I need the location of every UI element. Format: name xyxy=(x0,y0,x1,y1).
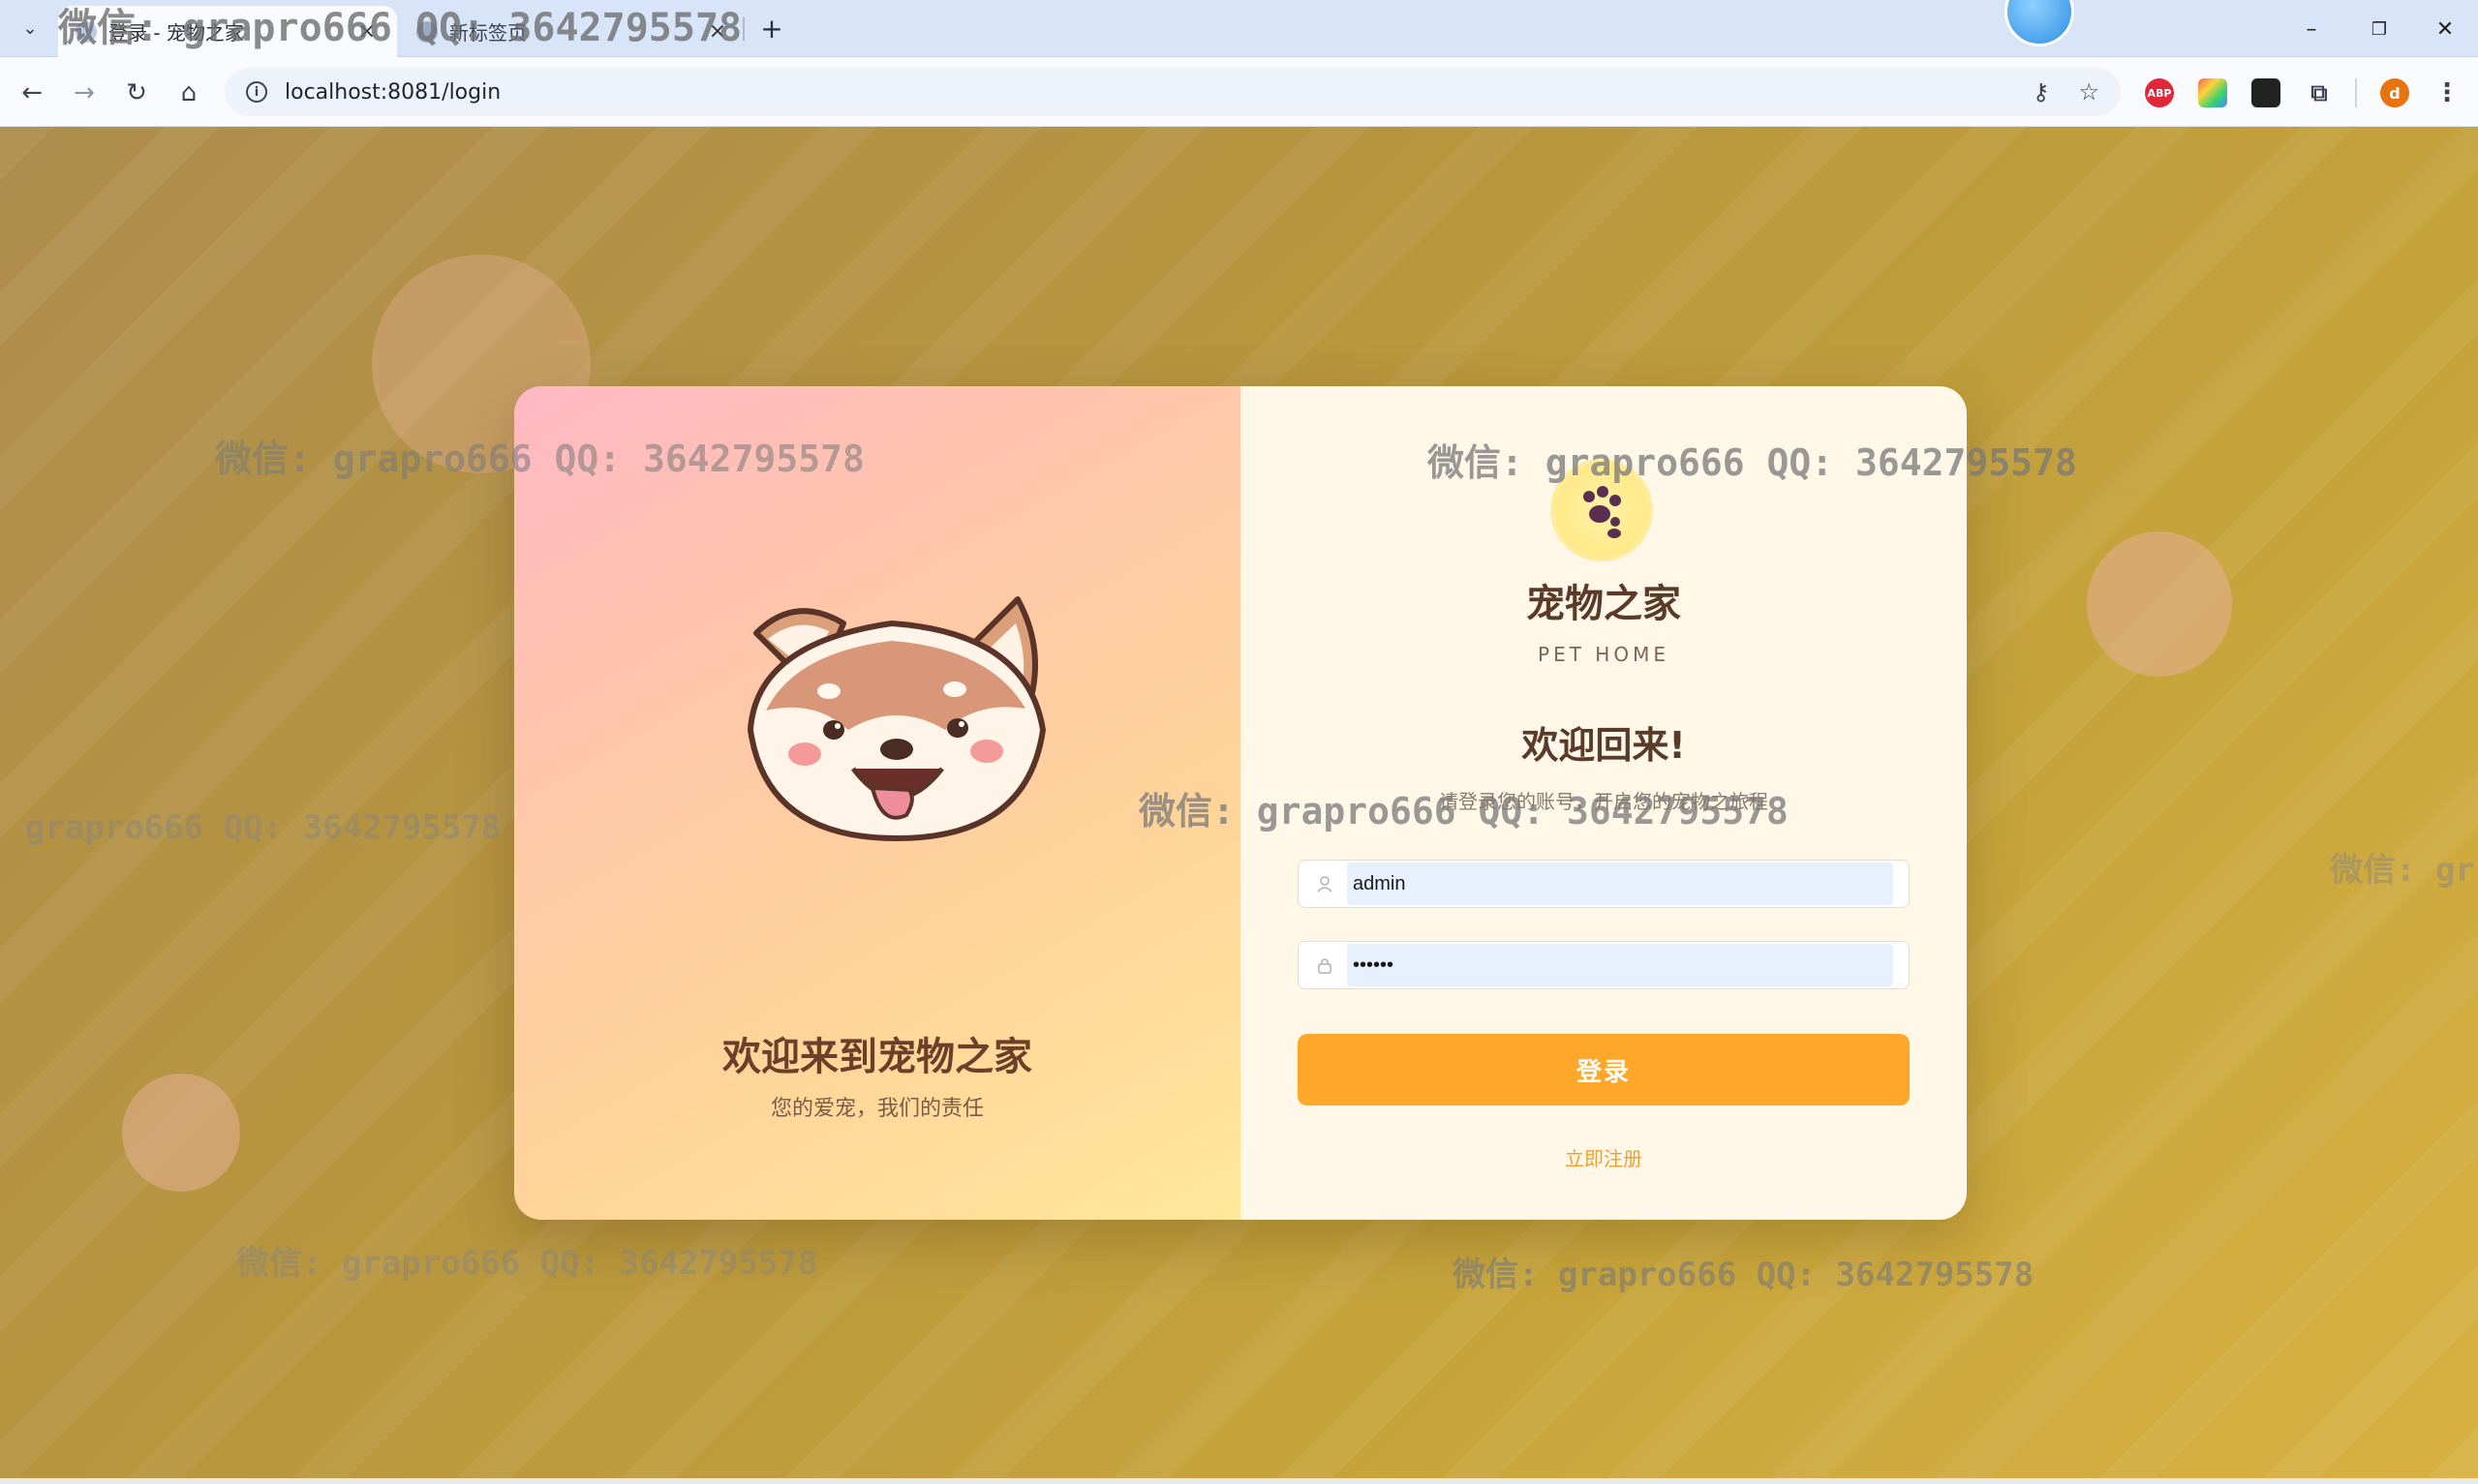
app-name: 宠物之家 xyxy=(1526,582,1681,626)
app-name-en: PET HOME xyxy=(1538,643,1669,666)
watermark: grapro666 QQ: 3642795578 xyxy=(25,808,502,847)
decor-bubble xyxy=(2087,531,2232,677)
bottom-edge xyxy=(0,1478,2478,1484)
color-extension-icon[interactable] xyxy=(2198,78,2227,107)
minimize-button[interactable]: – xyxy=(2287,10,2336,48)
watermark: 微信: grapro666 QQ: 3642795578 xyxy=(1453,1256,2034,1294)
toolbar-separator xyxy=(2355,78,2357,107)
browser-toolbar: ← → ↻ ⌂ i localhost:8081/login ⚷ ☆ ABP ⧉… xyxy=(0,57,2478,127)
decor-bubble xyxy=(122,1074,240,1192)
login-card: 欢迎来到宠物之家 您的爱宠，我们的责任 宠物之家 PET HOME 欢迎回来! … xyxy=(514,386,1967,1220)
tab-close-icon[interactable]: × xyxy=(705,19,730,44)
new-tab-button[interactable]: + xyxy=(755,12,788,45)
tab-separator xyxy=(743,17,745,41)
tab-close-icon[interactable]: × xyxy=(354,19,380,44)
floating-assistant-icon[interactable] xyxy=(2004,0,2074,46)
home-icon: ⌂ xyxy=(180,78,198,107)
username-field[interactable] xyxy=(1298,860,1910,908)
arrow-right-icon: → xyxy=(74,78,95,107)
star-icon[interactable]: ☆ xyxy=(2078,78,2099,106)
user-icon xyxy=(1314,873,1335,894)
login-button[interactable]: 登录 xyxy=(1298,1034,1910,1105)
url-text[interactable]: localhost:8081/login xyxy=(285,80,2004,105)
arrow-left-icon: ← xyxy=(21,78,43,107)
restore-button[interactable]: ❐ xyxy=(2355,10,2403,48)
shiba-dog-illustration xyxy=(747,596,1047,842)
tab-new-tab[interactable]: 新标签页 × xyxy=(399,6,748,57)
register-link[interactable]: 立即注册 xyxy=(1240,1143,1967,1171)
chevron-down-icon: ⌄ xyxy=(22,17,38,39)
address-bar[interactable]: i localhost:8081/login ⚷ ☆ xyxy=(225,68,2121,116)
chrome-icon xyxy=(416,20,438,43)
tab-search-button[interactable]: ⌄ xyxy=(14,12,46,45)
reload-button[interactable]: ↻ xyxy=(118,75,155,111)
forward-button[interactable]: → xyxy=(66,75,103,111)
adblock-extension-icon[interactable]: ABP xyxy=(2145,78,2174,107)
more-menu-icon[interactable]: ⋮ xyxy=(2432,78,2462,107)
home-button[interactable]: ⌂ xyxy=(170,75,207,111)
password-field[interactable] xyxy=(1298,941,1910,989)
login-page-background: 欢迎来到宠物之家 您的爱宠，我们的责任 宠物之家 PET HOME 欢迎回来! … xyxy=(0,127,2478,1478)
puzzle-icon[interactable]: ⧉ xyxy=(2305,78,2334,107)
back-button[interactable]: ← xyxy=(14,75,50,111)
close-window-button[interactable]: ✕ xyxy=(2421,10,2469,48)
profile-avatar[interactable]: d xyxy=(2380,78,2409,107)
tab-title: 新标签页 xyxy=(449,21,527,45)
welcome-panel: 欢迎来到宠物之家 您的爱宠，我们的责任 xyxy=(514,386,1240,1220)
welcome-title: 欢迎来到宠物之家 xyxy=(722,1035,1032,1079)
tab-strip: ⌄ 登录 - 宠物之家 × 新标签页 × + – ❐ ✕ xyxy=(0,0,2478,57)
welcome-subtitle: 您的爱宠，我们的责任 xyxy=(770,1097,984,1121)
tab-title: 登录 - 宠物之家 xyxy=(108,21,244,45)
globe-icon xyxy=(76,20,97,43)
watermark: 微信: gr xyxy=(2330,851,2475,890)
welcome-back-subtitle: 请登录您的账号，开启您的宠物之旅程 xyxy=(1439,790,1768,813)
incognito-extension-icon[interactable] xyxy=(2251,78,2280,107)
welcome-back-heading: 欢迎回来! xyxy=(1521,724,1686,767)
tab-login[interactable]: 登录 - 宠物之家 × xyxy=(58,6,397,57)
username-input[interactable] xyxy=(1347,863,1893,905)
reload-icon: ↻ xyxy=(126,78,147,107)
key-icon[interactable]: ⚷ xyxy=(2033,78,2050,106)
login-panel: 宠物之家 PET HOME 欢迎回来! 请登录您的账号，开启您的宠物之旅程 登录… xyxy=(1240,386,1967,1220)
watermark: 微信: grapro666 QQ: 3642795578 xyxy=(236,1244,818,1283)
paw-icon xyxy=(1583,486,1621,538)
password-input[interactable] xyxy=(1347,944,1893,986)
site-info-icon[interactable]: i xyxy=(246,81,267,103)
lock-icon xyxy=(1314,954,1335,976)
paw-logo xyxy=(1550,459,1653,561)
